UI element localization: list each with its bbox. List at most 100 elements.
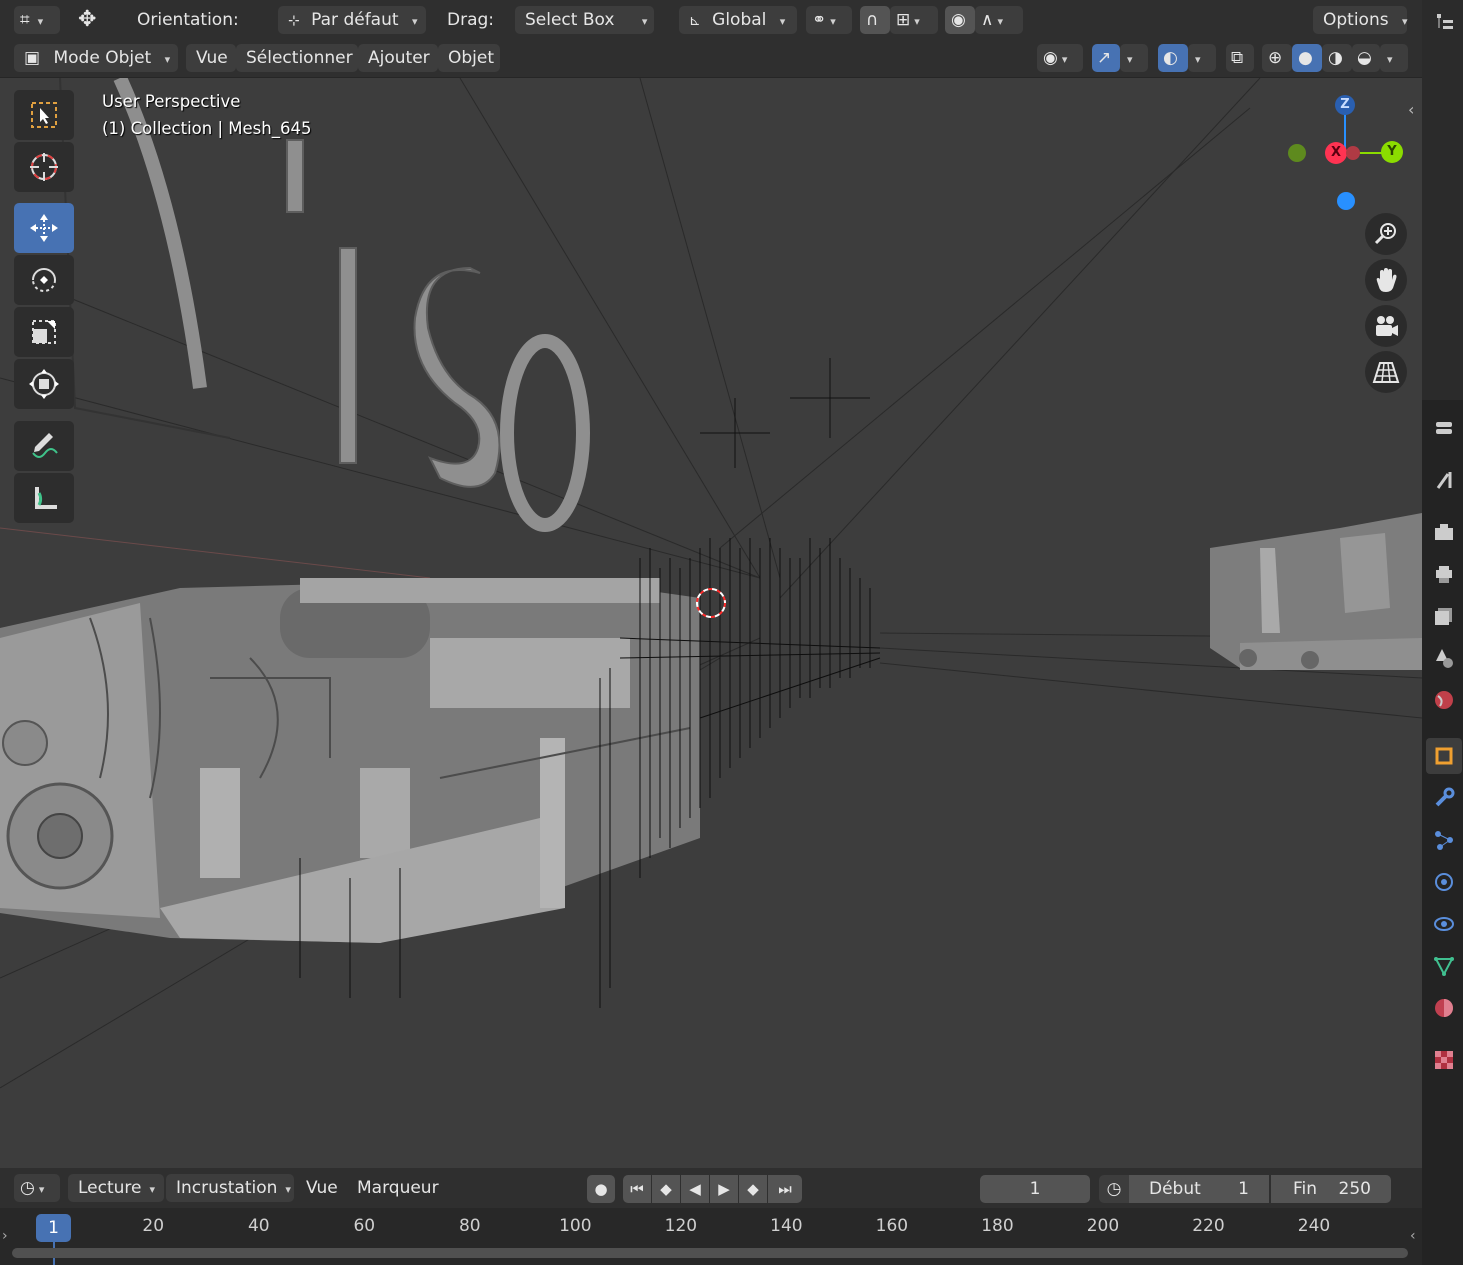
prev-keyframe-icon: ◆: [660, 1180, 672, 1198]
shading-dropdown[interactable]: ▾: [1380, 44, 1408, 72]
ruler-left-chevron-icon[interactable]: ›: [2, 1228, 8, 1244]
ruler-tick-label: 60: [353, 1216, 376, 1236]
scale-tool[interactable]: [14, 307, 74, 357]
physics-tab[interactable]: [1426, 864, 1462, 900]
modifier-tab[interactable]: [1426, 780, 1462, 816]
gizmo-z-axis[interactable]: Z: [1335, 95, 1355, 115]
snap-element-dropdown[interactable]: ⊞ ▾: [890, 6, 938, 34]
overlays-dropdown[interactable]: ▾: [1188, 44, 1216, 72]
tool-settings-tab[interactable]: [1426, 462, 1462, 498]
start-frame-field[interactable]: Début 1: [1129, 1175, 1269, 1203]
pivot-point-dropdown[interactable]: ⚭ ▾: [806, 6, 852, 34]
menu-lecture[interactable]: Lecture ▾: [68, 1174, 164, 1202]
scale-icon: [32, 320, 56, 344]
gizmo-x-axis[interactable]: X: [1325, 142, 1347, 164]
gizmo-neg-y-dot[interactable]: [1346, 146, 1360, 160]
camera-view-button[interactable]: [1365, 305, 1407, 347]
gizmo-neg-x-dot[interactable]: [1288, 144, 1306, 162]
xray-toggle[interactable]: ⧉: [1226, 44, 1254, 72]
options-dropdown[interactable]: Options ▾: [1313, 6, 1408, 34]
mode-dropdown[interactable]: ▣ Mode Objet ▾: [14, 44, 178, 72]
timeline-scrollbar[interactable]: [12, 1248, 1408, 1258]
particles-icon: [1435, 831, 1453, 850]
prev-keyframe-button[interactable]: ◆: [652, 1175, 680, 1203]
menu-incrustation[interactable]: Incrustation ▾: [166, 1174, 294, 1202]
material-tab[interactable]: [1426, 990, 1462, 1026]
shading-wireframe-button[interactable]: ⊕: [1262, 44, 1292, 72]
jump-end-button[interactable]: ⏭: [768, 1175, 802, 1203]
scene-tab[interactable]: [1426, 640, 1462, 676]
outliner-icon[interactable]: [1426, 4, 1462, 40]
sidebar-collapse-chevron-icon[interactable]: ‹: [1408, 100, 1414, 119]
transform-tool[interactable]: [14, 359, 74, 409]
render-tab[interactable]: [1426, 514, 1462, 550]
options-label: Options: [1323, 10, 1389, 30]
world-tab[interactable]: [1426, 682, 1462, 718]
ruler-right-chevron-icon[interactable]: ‹: [1410, 1228, 1416, 1244]
move-tool-icon[interactable]: ✥: [74, 6, 114, 34]
menu-timeline-vue[interactable]: Vue: [296, 1174, 346, 1202]
proportional-editing-toggle[interactable]: ◉: [945, 6, 975, 34]
ruler-tick-label: 20: [142, 1216, 165, 1236]
gizmo-dropdown[interactable]: ▾: [1120, 44, 1148, 72]
play-button[interactable]: ▶: [710, 1175, 738, 1203]
menu-vue[interactable]: Vue: [186, 44, 236, 72]
jump-start-button[interactable]: ⏮: [623, 1175, 651, 1203]
3d-viewport[interactable]: User Perspective (1) Collection | Mesh_6…: [0, 78, 1422, 1168]
snap-toggle[interactable]: ∩: [860, 6, 890, 34]
perspective-toggle-button[interactable]: [1365, 351, 1407, 393]
view-layer-tab[interactable]: [1426, 598, 1462, 634]
menu-marqueur[interactable]: Marqueur: [347, 1174, 447, 1202]
select-box-tool[interactable]: [14, 90, 74, 140]
checker-texture-icon: [1435, 1051, 1453, 1069]
menu-objet[interactable]: Objet: [438, 44, 500, 72]
gizmo-toggle[interactable]: ↗: [1092, 44, 1120, 72]
output-tab[interactable]: [1426, 556, 1462, 592]
overlays-toggle[interactable]: ◐: [1158, 44, 1188, 72]
rotate-tool[interactable]: [14, 255, 74, 305]
editor-type-button[interactable]: ⌗ ▾: [14, 6, 60, 34]
tool-tab[interactable]: [1426, 410, 1462, 446]
scene-cone-icon: [1436, 649, 1453, 668]
constraints-tab[interactable]: [1426, 906, 1462, 942]
cursor-tool[interactable]: [14, 142, 74, 192]
texture-tab[interactable]: [1426, 1042, 1462, 1078]
stopwatch-icon[interactable]: ◷: [1099, 1175, 1129, 1203]
next-keyframe-button[interactable]: ◆: [739, 1175, 767, 1203]
ruler-icon: [35, 487, 57, 509]
current-frame-field[interactable]: 1: [980, 1175, 1090, 1203]
measure-tool[interactable]: [14, 473, 74, 523]
visibility-dropdown[interactable]: ◉ ▾: [1037, 44, 1083, 72]
transform-orientation-dropdown[interactable]: ⊾ Global ▾: [679, 6, 797, 34]
data-tab[interactable]: [1426, 948, 1462, 984]
shading-solid-button[interactable]: ●: [1292, 44, 1322, 72]
gizmo-y-axis[interactable]: Y: [1381, 141, 1403, 163]
current-frame-marker[interactable]: 1: [36, 1214, 71, 1242]
timeline-ruler[interactable]: › ‹ 1 20 40 60 80 100 120 140 160 180 200 220 240: [0, 1208, 1422, 1265]
play-reverse-button[interactable]: ◀: [681, 1175, 709, 1203]
shading-material-button[interactable]: ◑: [1322, 44, 1352, 72]
zoom-button[interactable]: [1365, 213, 1407, 255]
menu-selectionner[interactable]: Sélectionner: [236, 44, 358, 72]
menu-ajouter[interactable]: Ajouter: [358, 44, 438, 72]
end-frame-field[interactable]: Fin 250: [1271, 1175, 1391, 1203]
object-tab[interactable]: [1426, 738, 1462, 774]
object-square-icon: [1435, 747, 1453, 765]
move-tool[interactable]: [14, 203, 74, 253]
annotate-tool[interactable]: [14, 421, 74, 471]
pan-button[interactable]: [1365, 259, 1407, 301]
x-axis-line: [0, 527, 431, 579]
orientation-dropdown[interactable]: ⊹ Par défaut ▾: [278, 6, 426, 34]
chevron-down-icon: ▾: [914, 15, 920, 28]
ruler-tick-label: 160: [875, 1216, 909, 1236]
wireframe-sphere-icon: ⊕: [1268, 48, 1283, 68]
particles-tab[interactable]: [1426, 822, 1462, 858]
gizmo-neg-z-dot[interactable]: [1337, 192, 1355, 210]
end-frame-value: 250: [1338, 1179, 1371, 1199]
falloff-dropdown[interactable]: ∧ ▾: [975, 6, 1023, 34]
timeline-editor-type-button[interactable]: ◷ ▾: [14, 1174, 60, 1202]
record-button[interactable]: ●: [587, 1175, 615, 1203]
rendered-sphere-icon: ◒: [1357, 48, 1372, 68]
drag-dropdown[interactable]: Select Box ▾: [515, 6, 654, 34]
shading-rendered-button[interactable]: ◒: [1352, 44, 1380, 72]
